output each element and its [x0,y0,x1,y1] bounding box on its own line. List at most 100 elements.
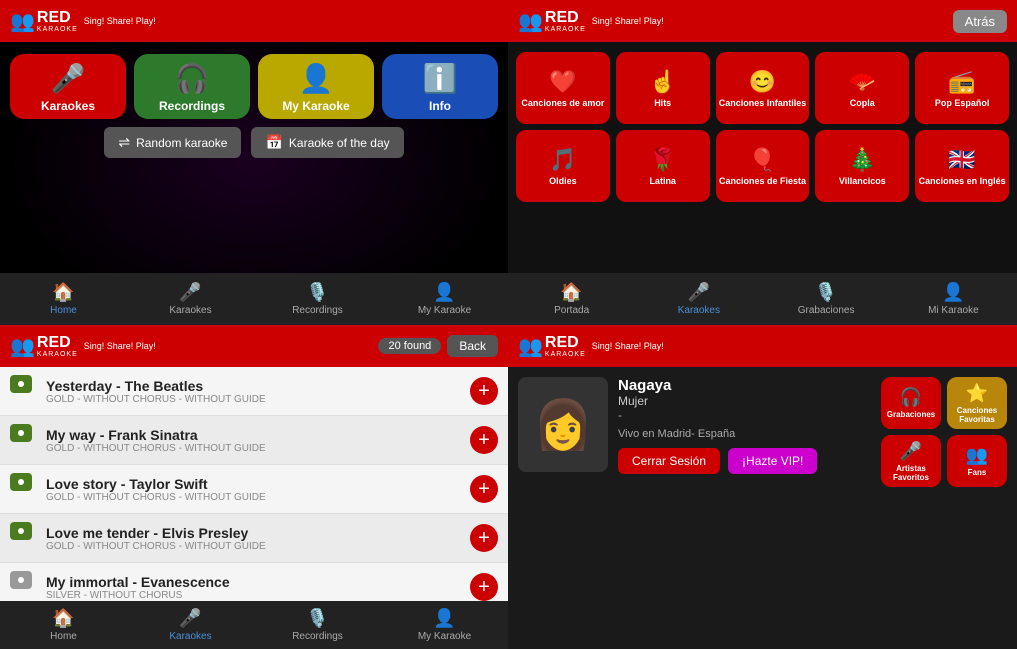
random-karaoke-button[interactable]: ⇌ Random karaoke [104,127,241,158]
nav2-portada[interactable]: 🏠 Portada [508,273,635,325]
fans-button[interactable]: 👥 Fans [947,435,1007,487]
karaokes3-icon: 🎤 [179,608,201,629]
lock-icon [10,522,36,554]
nav-karaokes[interactable]: 🎤 Karaokes [127,273,254,325]
nav-recordings-label: Recordings [292,305,343,316]
categories-grid: ❤️ Canciones de amor ☝️ Hits 😊 Canciones… [508,42,1017,208]
nav-recordings[interactable]: 🎙️ Recordings [254,273,381,325]
nav2-karaokes[interactable]: 🎤 Karaokes [635,273,762,325]
recordings-button[interactable]: 🎧 Recordings [134,54,250,119]
cat-villancicos[interactable]: 🎄 Villancicos [815,130,909,202]
song-title: Love me tender - Elvis Presley [46,525,470,541]
cat-fiesta[interactable]: 🎈 Canciones de Fiesta [716,130,810,202]
lock-icon [10,473,36,505]
nav3-my-karaoke-label: My Karaoke [418,631,471,642]
nav-home[interactable]: 🏠 Home [0,273,127,325]
info-label: Info [429,99,451,113]
brand4-red: RED [545,335,586,351]
recordings3-icon: 🎙️ [306,608,328,629]
karaokes-label: Karaokes [41,99,95,113]
nav2-grabaciones[interactable]: 🎙️ Grabaciones [763,273,890,325]
back-button3[interactable]: Back [447,335,498,357]
panel-karaokes: 👥 RED KARAOKE Sing! Share! Play! Atrás ❤… [508,0,1017,325]
cat-oldies[interactable]: 🎵 Oldies [516,130,610,202]
logo2: 👥 RED KARAOKE Sing! Share! Play! [518,9,664,34]
logout-button[interactable]: Cerrar Sesión [618,448,720,474]
nav3-my-karaoke[interactable]: 👤 My Karaoke [381,601,508,649]
nav2-karaokes-label: Karaokes [678,305,720,316]
cat-infantiles[interactable]: 😊 Canciones Infantiles [716,52,810,124]
cat-canciones-amor[interactable]: ❤️ Canciones de amor [516,52,610,124]
song-title: Love story - Taylor Swift [46,476,470,492]
song-title: My immortal - Evanescence [46,574,470,590]
recordings-nav-icon: 🎙️ [306,282,328,303]
microphone-icon: 🎤 [51,62,86,95]
karaokes-button[interactable]: 🎤 Karaokes [10,54,126,119]
favorites-button[interactable]: ⭐ Canciones Favoritas [947,377,1007,429]
brand3-karaoke: KARAOKE [37,351,78,358]
brand2-red: RED [545,10,586,26]
back-button[interactable]: Atrás [953,10,1007,33]
cat-copla[interactable]: 🪭 Copla [815,52,909,124]
add-song-button[interactable]: + [470,377,498,405]
random-karaoke-label: Random karaoke [136,136,227,150]
info-button[interactable]: ℹ️ Info [382,54,498,119]
my-karaoke-nav-icon: 👤 [433,282,455,303]
home3-icon: 🏠 [52,608,74,629]
cat-pop-espanol[interactable]: 📻 Pop Español [915,52,1009,124]
nav3-recordings-label: Recordings [292,631,343,642]
song-sub: SILVER - WITHOUT CHORUS [46,590,470,601]
fan-icon: 🪭 [849,69,876,95]
nav3-recordings[interactable]: 🎙️ Recordings [254,601,381,649]
song-title: Yesterday - The Beatles [46,378,470,394]
brand3-tagline: Sing! Share! Play! [84,341,156,351]
grabaciones-button[interactable]: 🎧 Grabaciones [881,377,941,429]
user-name: Nagaya [618,377,871,394]
brand-karaoke: KARAOKE [37,26,78,33]
my-karaoke3-icon: 👤 [433,608,455,629]
recordings-label: Recordings [159,99,225,113]
artists-icon: 🎤 [900,441,922,462]
nav3-home[interactable]: 🏠 Home [0,601,127,649]
panel3-header: 👥 RED KARAOKE Sing! Share! Play! 20 foun… [0,325,508,367]
logo3-people-icon: 👥 [10,334,35,359]
favorites-label: Canciones Favoritas [947,406,1007,424]
cat-ingles[interactable]: 🇬🇧 Canciones en Inglés [915,130,1009,202]
cat-villancicos-label: Villancicos [839,176,886,187]
brand4-tagline: Sing! Share! Play! [592,341,664,351]
song-title: My way - Frank Sinatra [46,427,470,443]
rose-icon: 🌹 [649,147,676,173]
karaoke-of-day-button[interactable]: 📅 Karaoke of the day [251,127,403,158]
karaoke-of-day-label: Karaoke of the day [289,136,390,150]
add-song-button[interactable]: + [470,426,498,454]
vip-button[interactable]: ¡Hazte VIP! [728,448,817,474]
avatar-image: 👩 [533,396,593,453]
cat-latina[interactable]: 🌹 Latina [616,130,710,202]
cat-hits[interactable]: ☝️ Hits [616,52,710,124]
cat-pop-label: Pop Español [935,98,990,109]
nav-my-karaoke[interactable]: 👤 My Karaoke [381,273,508,325]
nav-my-karaoke-label: My Karaoke [418,305,471,316]
karaokes-nav-icon: 🎤 [179,282,201,303]
nav2-mi-karaoke[interactable]: 👤 Mi Karaoke [890,273,1017,325]
home-icon: 🏠 [52,282,74,303]
add-song-button[interactable]: + [470,524,498,552]
add-song-button[interactable]: + [470,573,498,601]
nav3-karaokes[interactable]: 🎤 Karaokes [127,601,254,649]
nav-karaokes-label: Karaokes [169,305,211,316]
nav2-portada-label: Portada [554,305,589,316]
artists-button[interactable]: 🎤 Artistas Favoritos [881,435,941,487]
side-action-buttons: 🎧 Grabaciones ⭐ Canciones Favoritas 🎤 Ar… [881,377,1007,487]
panel4-header: 👥 RED KARAOKE Sing! Share! Play! [508,325,1017,367]
brand2-karaoke: KARAOKE [545,26,586,33]
logo4: 👥 RED KARAOKE Sing! Share! Play! [518,334,664,359]
smiley-icon: 😊 [749,69,776,95]
panel-song-list: 👥 RED KARAOKE Sing! Share! Play! 20 foun… [0,325,508,649]
add-song-button[interactable]: + [470,475,498,503]
my-karaoke-button[interactable]: 👤 My Karaoke [258,54,374,119]
list-item: Love story - Taylor Swift GOLD - WITHOUT… [0,465,508,514]
grab-icon: 🎙️ [815,282,837,303]
main-menu-grid: 🎤 Karaokes 🎧 Recordings 👤 My Karaoke ℹ️ … [0,42,508,127]
lock-icon [10,424,36,456]
list-item: Yesterday - The Beatles GOLD - WITHOUT C… [0,367,508,416]
